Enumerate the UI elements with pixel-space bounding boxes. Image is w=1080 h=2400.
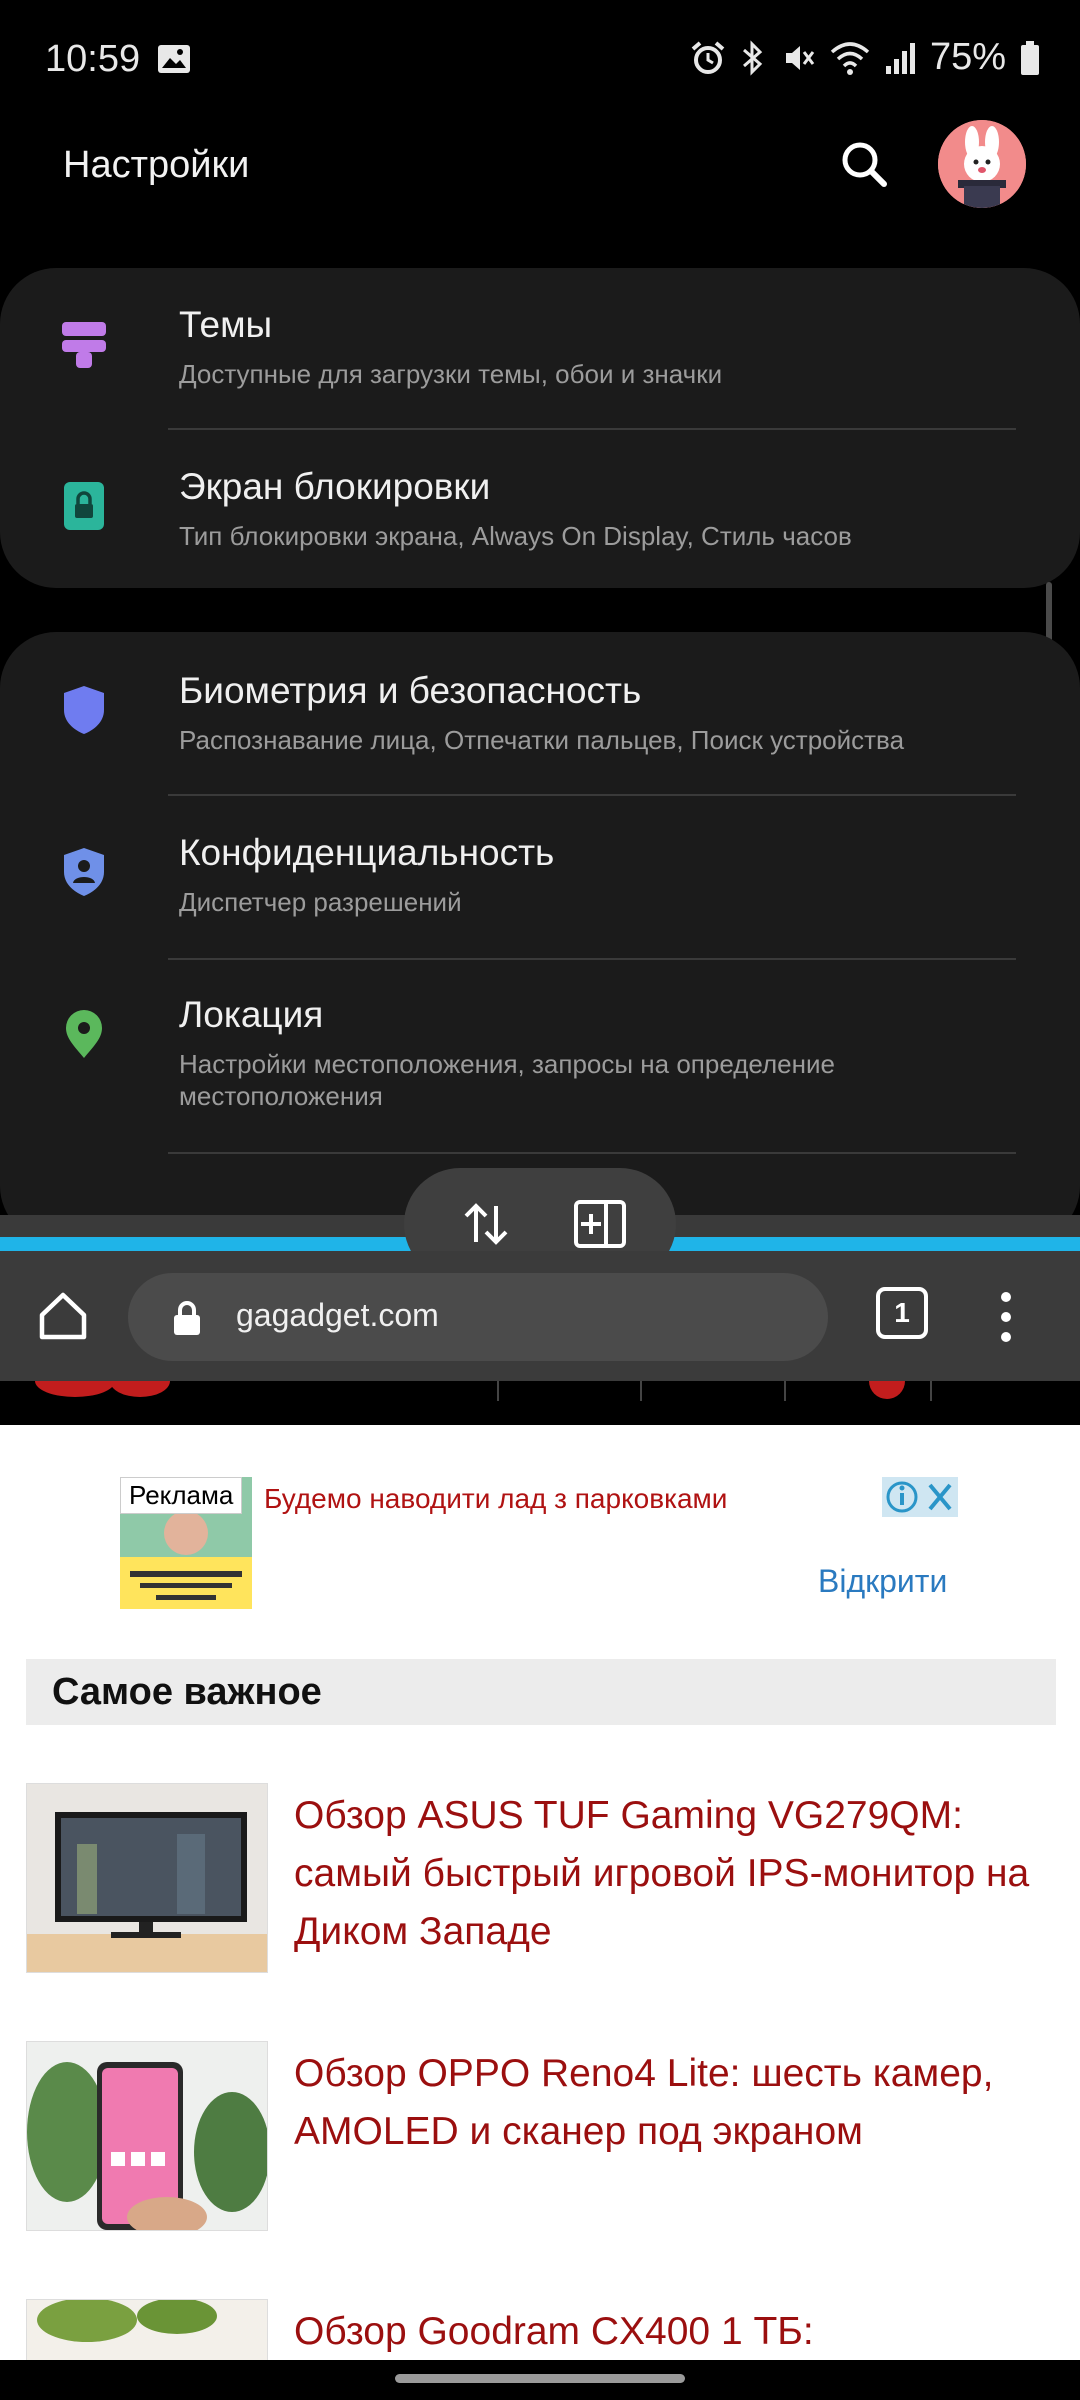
setting-subtitle: Настройки местоположения, запросы на опр… — [179, 1049, 835, 1111]
setting-subtitle: Доступные для загрузки темы, обои и знач… — [179, 359, 723, 389]
privacy-shield-icon — [64, 848, 104, 896]
avatar[interactable] — [938, 120, 1026, 208]
setting-title: Биометрия и безопасность — [179, 670, 642, 711]
article-thumbnail[interactable] — [26, 2299, 268, 2360]
browser-toolbar: gagadget.com 1 — [0, 1251, 1080, 1381]
settings-group-2: Биометрия и безопасность Распознавание л… — [0, 632, 1080, 1242]
settings-item-lock-screen[interactable]: Экран блокировки Тип блокировки экрана, … — [0, 430, 1080, 592]
setting-subtitle: Диспетчер разрешений — [179, 887, 462, 917]
site-header-fragment — [35, 1363, 932, 1401]
page-title: Настройки — [63, 144, 250, 186]
alarm-icon — [691, 40, 725, 74]
settings-group-1: Темы Доступные для загрузки темы, обои и… — [0, 268, 1080, 588]
status-bar: 10:59 75% — [0, 0, 1080, 120]
url-bar[interactable]: gagadget.com — [128, 1273, 828, 1361]
ad-open-button[interactable]: Відкрити — [818, 1563, 947, 1600]
ad-label: Реклама — [120, 1477, 243, 1514]
lock-icon — [174, 1301, 200, 1335]
navigation-bar — [0, 2360, 1080, 2400]
article-thumbnail[interactable] — [26, 1783, 268, 1973]
ssd-photo — [27, 2300, 267, 2360]
monitor-photo — [27, 1784, 267, 1972]
image-icon — [158, 45, 190, 73]
settings-item-biometrics[interactable]: Биометрия и безопасность Распознавание л… — [0, 632, 1080, 794]
themes-icon — [62, 322, 106, 368]
signal-icon — [885, 42, 915, 74]
section-title: Самое важное — [52, 1671, 322, 1713]
ad-info-close-icon — [886, 1481, 952, 1513]
location-pin-icon — [66, 1010, 102, 1058]
ad-title[interactable]: Будемо наводити лад з парковками — [264, 1483, 727, 1515]
bunny-avatar-icon — [938, 120, 1026, 208]
settings-item-privacy[interactable]: Конфиденциальность Диспетчер разрешений — [0, 796, 1080, 958]
setting-title: Экран блокировки — [179, 466, 491, 507]
web-page: Реклама Будемо наводити лад з парковками… — [0, 1425, 1080, 2360]
article-title[interactable]: Обзор Goodram CX400 1 ТБ: — [294, 2303, 1064, 2360]
search-icon[interactable] — [836, 136, 892, 192]
phone-photo — [27, 2042, 267, 2230]
url-text: gagadget.com — [236, 1297, 439, 1333]
settings-item-location[interactable]: Локация Настройки местоположения, запрос… — [0, 960, 1080, 1152]
tabs-button[interactable]: 1 — [876, 1287, 928, 1339]
mute-icon — [785, 45, 815, 70]
shield-icon — [64, 686, 104, 734]
battery-percent: 75% — [929, 36, 1006, 78]
section-header: Самое важное — [26, 1659, 1056, 1725]
setting-title: Конфиденциальность — [179, 832, 555, 873]
bluetooth-icon — [742, 39, 763, 76]
add-pair-icon[interactable] — [572, 1196, 628, 1252]
web-header-strip — [0, 1363, 1080, 1425]
more-menu-icon[interactable] — [988, 1287, 1024, 1347]
status-icons: 75% — [690, 36, 1040, 79]
wifi-icon — [830, 41, 870, 75]
article-title[interactable]: Обзор ASUS TUF Gaming VG279QM: самый быс… — [294, 1787, 1064, 1961]
setting-title: Локация — [179, 994, 324, 1035]
swap-apps-icon[interactable] — [460, 1198, 512, 1250]
ad-banner[interactable]: Реклама Будемо наводити лад з парковками… — [120, 1477, 962, 1609]
settings-item-themes[interactable]: Темы Доступные для загрузки темы, обои и… — [0, 268, 1080, 430]
ad-choices[interactable] — [882, 1477, 958, 1517]
divider — [168, 1152, 1016, 1154]
settings-header: Настройки — [0, 120, 1080, 270]
setting-subtitle: Распознавание лица, Отпечатки пальцев, П… — [179, 725, 905, 755]
article-title[interactable]: Обзор OPPO Reno4 Lite: шесть камер, AMOL… — [294, 2045, 1064, 2161]
setting-subtitle: Тип блокировки экрана, Always On Display… — [179, 521, 852, 551]
setting-title: Темы — [179, 304, 273, 345]
status-time: 10:59 — [45, 38, 141, 80]
home-gesture-handle[interactable] — [395, 2374, 685, 2383]
battery-icon — [1021, 40, 1039, 75]
lock-screen-icon — [64, 482, 104, 530]
home-icon[interactable] — [36, 1289, 90, 1343]
article-thumbnail[interactable] — [26, 2041, 268, 2231]
